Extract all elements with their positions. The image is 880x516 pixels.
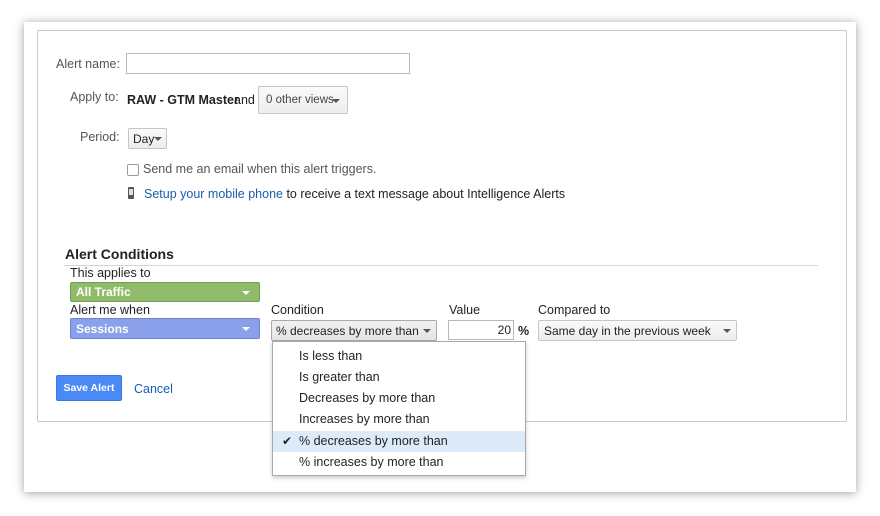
period-value: Day: [133, 131, 155, 146]
mobile-text: Setup your mobile phone to receive a tex…: [144, 187, 565, 201]
value-text: 20: [497, 323, 511, 337]
value-input[interactable]: 20: [448, 320, 514, 340]
applies-to-label: This applies to: [70, 266, 151, 280]
menu-item[interactable]: Is greater than: [273, 367, 525, 388]
alert-conditions-title: Alert Conditions: [65, 246, 174, 262]
other-views-dropdown[interactable]: 0 other views: [258, 86, 348, 114]
save-alert-button[interactable]: Save Alert: [56, 375, 122, 401]
menu-item[interactable]: Is less than: [273, 346, 525, 367]
compared-to-dropdown[interactable]: Same day in the previous week: [538, 320, 737, 341]
metric-value: Sessions: [76, 321, 129, 336]
setup-mobile-link[interactable]: Setup your mobile phone: [144, 187, 283, 201]
chevron-down-icon: [723, 329, 731, 333]
compared-to-label: Compared to: [538, 303, 611, 317]
divider: [64, 265, 818, 266]
apply-to-and: and: [234, 93, 255, 107]
compared-to-value: Same day in the previous week: [544, 323, 711, 338]
chevron-down-icon: [154, 137, 162, 141]
alert-name-input[interactable]: [126, 53, 410, 74]
condition-value: % decreases by more than: [276, 323, 419, 338]
chevron-down-icon: [242, 291, 250, 295]
apply-to-view: RAW - GTM Master: [127, 93, 239, 107]
condition-dropdown[interactable]: % decreases by more than: [271, 320, 437, 341]
menu-item[interactable]: Increases by more than: [273, 409, 525, 430]
chevron-down-icon: [332, 99, 340, 103]
menu-item-selected[interactable]: ✔ % decreases by more than: [273, 431, 525, 452]
value-label: Value: [449, 303, 481, 317]
cancel-link[interactable]: Cancel: [134, 382, 173, 396]
email-checkbox-label: Send me an email when this alert trigger…: [143, 162, 377, 176]
period-dropdown[interactable]: Day: [128, 128, 167, 149]
checkmark-icon: ✔: [282, 434, 293, 448]
menu-item[interactable]: Decreases by more than: [273, 388, 525, 409]
alert-when-label: Alert me when: [70, 303, 150, 317]
mobile-description: to receive a text message about Intellig…: [282, 187, 566, 201]
condition-menu: Is less than Is greater than Decreases b…: [272, 341, 526, 476]
condition-label: Condition: [271, 303, 324, 317]
metric-dropdown[interactable]: Sessions: [70, 318, 260, 339]
menu-item[interactable]: % increases by more than: [273, 452, 525, 473]
mobile-phone-icon: [128, 187, 134, 199]
chevron-down-icon: [423, 329, 431, 333]
alert-name-label: Alert name:: [56, 57, 120, 71]
apply-to-label: Apply to:: [70, 90, 119, 104]
period-label: Period:: [80, 130, 120, 144]
email-checkbox[interactable]: [127, 164, 139, 176]
segment-dropdown[interactable]: All Traffic: [70, 282, 260, 302]
segment-value: All Traffic: [76, 285, 131, 299]
chevron-down-icon: [242, 327, 250, 331]
other-views-label: 0 other views: [266, 94, 334, 106]
value-unit: %: [518, 324, 530, 338]
